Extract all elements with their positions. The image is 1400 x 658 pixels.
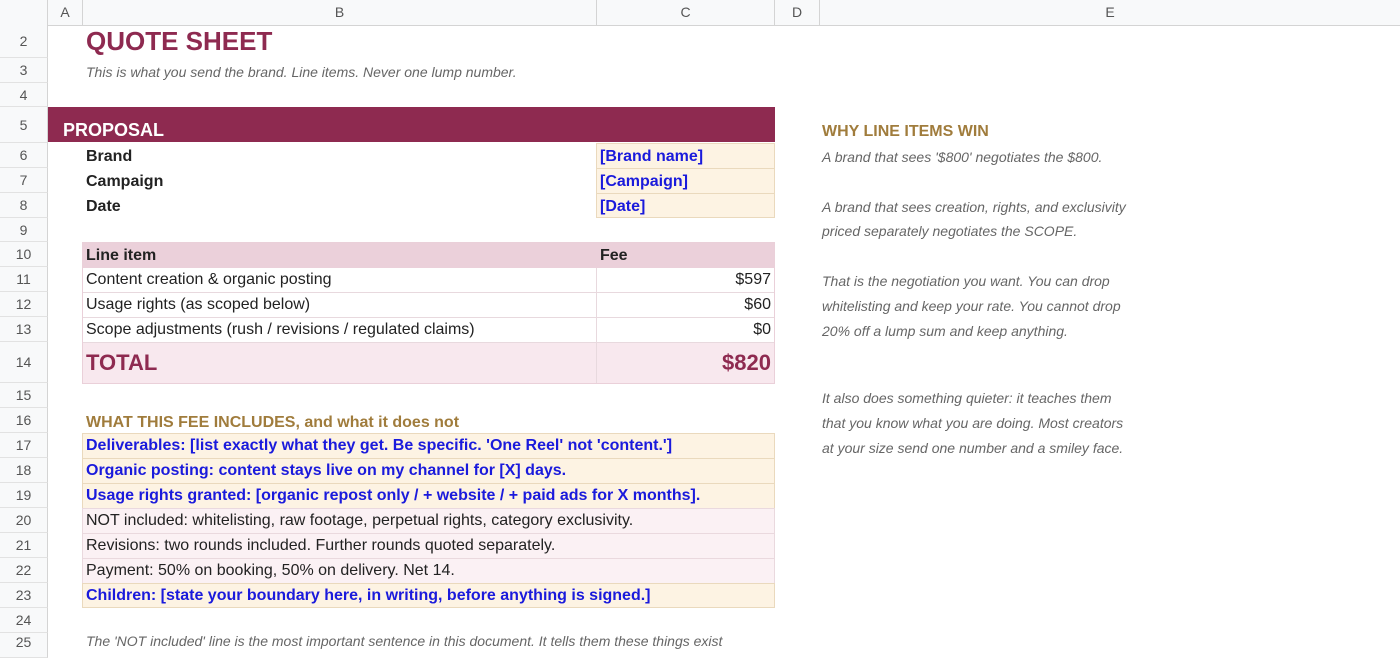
includes-item[interactable]: Organic posting: content stays live on m…: [82, 458, 775, 484]
select-all-corner[interactable]: [0, 0, 48, 25]
total-row: TOTAL $820: [83, 343, 774, 383]
table-row[interactable]: Scope adjustments (rush / revisions / re…: [83, 318, 774, 343]
row-header[interactable]: 10: [0, 242, 48, 267]
sidebar-line: A brand that sees creation, rights, and …: [822, 199, 1126, 215]
row-header[interactable]: 7: [0, 168, 48, 193]
row-header[interactable]: 21: [0, 533, 48, 558]
row-header[interactable]: 23: [0, 583, 48, 608]
line-item-fee[interactable]: $0: [597, 318, 774, 342]
table-row[interactable]: Usage rights (as scoped below) $60: [83, 293, 774, 318]
column-header-b[interactable]: B: [83, 0, 597, 25]
includes-item[interactable]: Payment: 50% on booking, 50% on delivery…: [82, 558, 775, 584]
row-header[interactable]: 14: [0, 342, 48, 383]
proposal-heading: PROPOSAL: [63, 120, 165, 140]
row-header[interactable]: 6: [0, 143, 48, 168]
line-item-label: Scope adjustments (rush / revisions / re…: [83, 318, 597, 342]
row-header[interactable]: 22: [0, 558, 48, 583]
row-header[interactable]: 19: [0, 483, 48, 508]
line-item-label: Content creation & organic posting: [83, 268, 597, 292]
sidebar-line: at your size send one number and a smile…: [822, 440, 1124, 456]
proposal-banner: PROPOSAL: [48, 107, 775, 142]
row-header[interactable]: 8: [0, 193, 48, 218]
row-header[interactable]: 11: [0, 267, 48, 292]
includes-item[interactable]: NOT included: whitelisting, raw footage,…: [82, 508, 775, 534]
table-header-row: Line item Fee: [83, 243, 774, 268]
row-header[interactable]: 13: [0, 317, 48, 342]
line-item-fee[interactable]: $597: [597, 268, 774, 292]
sidebar-heading: WHY LINE ITEMS WIN: [822, 123, 989, 140]
includes-footnote: The 'NOT included' line is the most impo…: [86, 633, 723, 649]
row-header[interactable]: 9: [0, 218, 48, 242]
row-header[interactable]: 25: [0, 633, 48, 658]
includes-item[interactable]: Children: [state your boundary here, in …: [82, 583, 775, 608]
line-item-label: Usage rights (as scoped below): [83, 293, 597, 317]
row-header[interactable]: 20: [0, 508, 48, 533]
field-label-brand: Brand: [86, 148, 133, 165]
field-label-date: Date: [86, 198, 121, 215]
sidebar-line: That is the negotiation you want. You ca…: [822, 273, 1110, 289]
table-row[interactable]: Content creation & organic posting $597: [83, 268, 774, 293]
column-header-e[interactable]: E: [820, 0, 1400, 25]
campaign-input[interactable]: [Campaign]: [596, 168, 775, 194]
total-label: TOTAL: [83, 343, 597, 383]
row-header[interactable]: 16: [0, 408, 48, 433]
row-header[interactable]: 3: [0, 58, 48, 83]
header-line-item: Line item: [86, 246, 157, 264]
sidebar-line: 20% off a lump sum and keep anything.: [822, 323, 1068, 339]
row-header[interactable]: 24: [0, 608, 48, 633]
line-item-fee[interactable]: $60: [597, 293, 774, 317]
date-input[interactable]: [Date]: [596, 193, 775, 218]
includes-heading: WHAT THIS FEE INCLUDES, and what it does…: [86, 414, 460, 431]
row-header[interactable]: 15: [0, 383, 48, 408]
row-header[interactable]: 18: [0, 458, 48, 483]
column-header-a[interactable]: A: [48, 0, 83, 25]
sidebar-line: whitelisting and keep your rate. You can…: [822, 298, 1121, 314]
field-label-campaign: Campaign: [86, 173, 164, 190]
row-header[interactable]: 17: [0, 433, 48, 458]
includes-item[interactable]: Revisions: two rounds included. Further …: [82, 533, 775, 559]
column-header-bar: A B C D E: [0, 0, 1400, 26]
row-header[interactable]: 5: [0, 107, 48, 143]
sidebar-line: It also does something quieter: it teach…: [822, 390, 1112, 406]
total-value: $820: [722, 350, 771, 375]
column-header-c[interactable]: C: [597, 0, 775, 25]
header-fee: Fee: [600, 246, 628, 264]
sheet-subtitle: This is what you send the brand. Line it…: [86, 64, 517, 80]
includes-item[interactable]: Usage rights granted: [organic repost on…: [82, 483, 775, 509]
includes-item[interactable]: Deliverables: [list exactly what they ge…: [82, 433, 775, 459]
sidebar-line: priced separately negotiates the SCOPE.: [822, 223, 1078, 239]
sheet-title: QUOTE SHEET: [86, 26, 273, 56]
brand-input[interactable]: [Brand name]: [596, 143, 775, 169]
column-header-d[interactable]: D: [775, 0, 820, 25]
row-header[interactable]: 4: [0, 83, 48, 107]
row-header[interactable]: 12: [0, 292, 48, 317]
row-header[interactable]: 2: [0, 25, 48, 58]
sidebar-line: A brand that sees '$800' negotiates the …: [822, 149, 1103, 165]
line-item-table: Line item Fee Content creation & organic…: [82, 242, 775, 384]
sidebar-line: that you know what you are doing. Most c…: [822, 415, 1124, 431]
